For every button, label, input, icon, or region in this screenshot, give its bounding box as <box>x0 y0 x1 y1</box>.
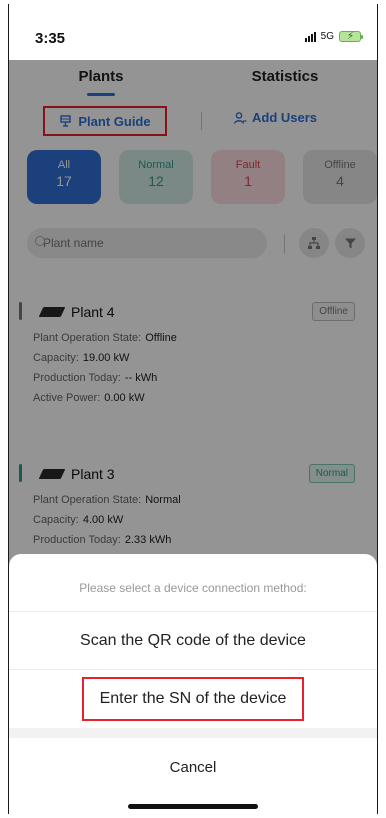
enter-sn-label: Enter the SN of the device <box>81 677 305 721</box>
home-indicator <box>128 804 258 809</box>
signal-icon <box>304 31 316 42</box>
connection-method-sheet: Please select a device connection method… <box>9 554 377 814</box>
battery-icon: ⚡ <box>339 31 363 42</box>
scan-qr-label: Scan the QR code of the device <box>80 631 306 649</box>
network-label: 5G <box>320 31 334 42</box>
enter-sn-option[interactable]: Enter the SN of the device <box>9 670 377 728</box>
sheet-separator <box>9 728 377 738</box>
scan-qr-option[interactable]: Scan the QR code of the device <box>9 612 377 670</box>
cancel-button[interactable]: Cancel <box>9 738 377 796</box>
phone-screen: 3:35 5G ⚡ Plants Statistics Plant Guide … <box>8 4 378 814</box>
status-bar: 3:35 5G ⚡ <box>9 4 377 58</box>
status-time: 3:35 <box>35 30 66 47</box>
status-indicators: 5G ⚡ <box>304 31 363 42</box>
sheet-title: Please select a device connection method… <box>9 554 377 612</box>
